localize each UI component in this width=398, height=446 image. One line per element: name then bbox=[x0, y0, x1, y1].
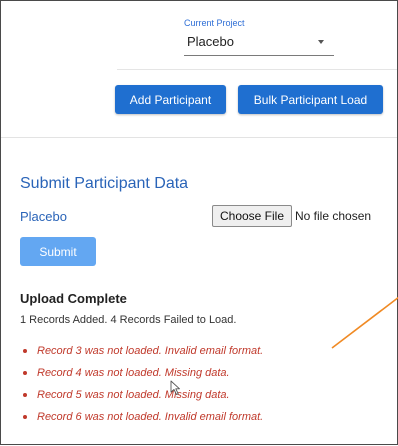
project-select-value: Placebo bbox=[187, 34, 234, 49]
error-message: Record 6 was not loaded. Invalid email f… bbox=[37, 411, 264, 423]
bullet-icon bbox=[23, 415, 27, 419]
bullet-icon bbox=[23, 349, 27, 353]
error-message: Record 5 was not loaded. Missing data. bbox=[37, 389, 230, 401]
file-status-text: No file chosen bbox=[295, 209, 372, 223]
app-frame: Current Project Placebo Add Participant … bbox=[0, 0, 398, 445]
annotation-arrow-line bbox=[331, 296, 398, 349]
divider bbox=[117, 69, 397, 70]
error-message: Record 4 was not loaded. Missing data. bbox=[37, 367, 230, 379]
error-message: Record 3 was not loaded. Invalid email f… bbox=[37, 345, 264, 357]
project-toolbar: Current Project Placebo Add Participant … bbox=[1, 1, 397, 138]
bulk-participant-load-button[interactable]: Bulk Participant Load bbox=[238, 85, 383, 114]
upload-summary: 1 Records Added. 4 Records Failed to Loa… bbox=[20, 314, 237, 326]
section-title: Submit Participant Data bbox=[20, 175, 189, 192]
bullet-icon bbox=[23, 393, 27, 397]
mouse-pointer-icon bbox=[170, 380, 180, 395]
submit-button[interactable]: Submit bbox=[20, 237, 96, 266]
selected-project-name: Placebo bbox=[20, 209, 67, 224]
project-select[interactable]: Placebo bbox=[184, 31, 334, 56]
upload-status-title: Upload Complete bbox=[20, 291, 127, 306]
chevron-down-icon bbox=[318, 40, 324, 44]
add-participant-button[interactable]: Add Participant bbox=[115, 85, 226, 114]
current-project-label: Current Project bbox=[184, 18, 245, 28]
choose-file-button[interactable]: Choose File bbox=[212, 205, 292, 227]
bullet-icon bbox=[23, 371, 27, 375]
